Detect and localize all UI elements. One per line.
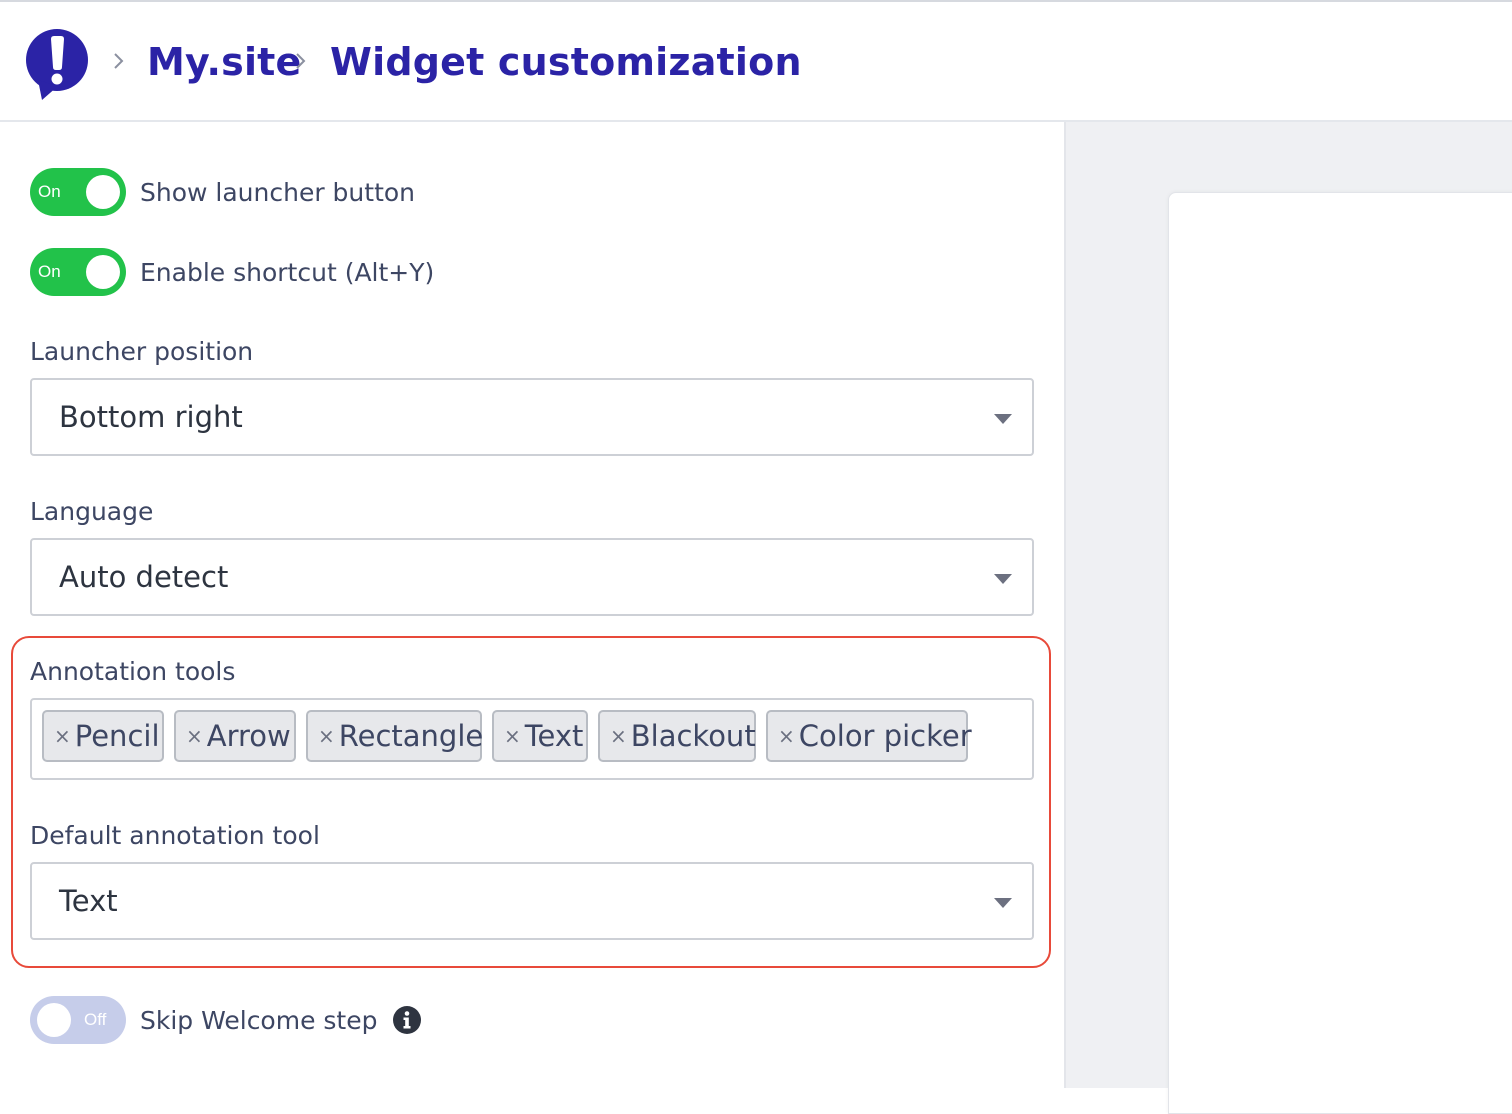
tag-label: Color picker: [798, 719, 972, 753]
skip-welcome-row: Off Skip Welcome step: [30, 996, 422, 1044]
language-value: Auto detect: [59, 560, 229, 594]
toggle-state: Off: [84, 1010, 107, 1029]
language-label: Language: [30, 497, 154, 526]
annotation-tools-input[interactable]: × Pencil × Arrow × Rectangle × Text × Bl…: [30, 698, 1034, 780]
launcher-position-select[interactable]: Bottom right: [30, 378, 1034, 456]
tag-color-picker: × Color picker: [766, 710, 972, 762]
chevron-right-icon: [114, 53, 124, 69]
caret-down-icon: [994, 898, 1012, 908]
launcher-position-label: Launcher position: [30, 337, 254, 366]
default-annotation-tool-select[interactable]: Text: [30, 862, 1034, 940]
caret-down-icon: [994, 414, 1012, 424]
default-annotation-tool-value: Text: [59, 884, 118, 918]
launcher-position-value: Bottom right: [59, 400, 243, 434]
language-select[interactable]: Auto detect: [30, 538, 1034, 616]
enable-shortcut-label: Enable shortcut (Alt+Y): [140, 257, 435, 287]
annotation-tools-label: Annotation tools: [30, 657, 236, 686]
tag-arrow: × Arrow: [174, 710, 296, 762]
page-title: Widget customization: [330, 40, 802, 84]
info-icon[interactable]: [392, 1005, 422, 1035]
tag-rectangle: × Rectangle: [306, 710, 484, 762]
tag-blackout: × Blackout: [598, 710, 756, 762]
tag-label: Pencil: [74, 719, 160, 753]
toggle-state: On: [38, 182, 61, 201]
close-icon[interactable]: ×: [504, 724, 521, 748]
enable-shortcut-toggle[interactable]: On: [30, 248, 126, 296]
tag-label: Text: [524, 719, 584, 753]
logo-icon[interactable]: [24, 28, 90, 102]
tag-text: × Text: [492, 710, 588, 762]
chevron-right-icon: [296, 53, 306, 69]
settings-panel: On Show launcher button On Enable shortc…: [0, 122, 1064, 1088]
tag-label: Arrow: [206, 719, 291, 753]
close-icon[interactable]: ×: [54, 724, 71, 748]
tag-label: Blackout: [630, 719, 756, 753]
toggle-state: On: [38, 262, 61, 281]
show-launcher-row: On Show launcher button: [30, 168, 415, 216]
preview-card: [1168, 192, 1512, 1114]
toggle-knob: [86, 255, 120, 289]
close-icon[interactable]: ×: [318, 724, 335, 748]
skip-welcome-label: Skip Welcome step: [140, 1005, 378, 1035]
toggle-knob: [86, 175, 120, 209]
enable-shortcut-row: On Enable shortcut (Alt+Y): [30, 248, 434, 296]
show-launcher-toggle[interactable]: On: [30, 168, 126, 216]
toggle-knob: [37, 1003, 71, 1037]
close-icon[interactable]: ×: [610, 724, 627, 748]
tag-pencil: × Pencil: [42, 710, 164, 762]
default-annotation-tool-label: Default annotation tool: [30, 821, 320, 850]
tag-label: Rectangle: [338, 719, 484, 753]
skip-welcome-toggle[interactable]: Off: [30, 996, 126, 1044]
caret-down-icon: [994, 574, 1012, 584]
close-icon[interactable]: ×: [778, 724, 795, 748]
close-icon[interactable]: ×: [186, 724, 203, 748]
breadcrumb-site[interactable]: My.site: [147, 36, 302, 88]
header: My.site Widget customization: [0, 2, 1512, 122]
show-launcher-label: Show launcher button: [140, 177, 416, 207]
preview-panel: [1064, 122, 1512, 1114]
